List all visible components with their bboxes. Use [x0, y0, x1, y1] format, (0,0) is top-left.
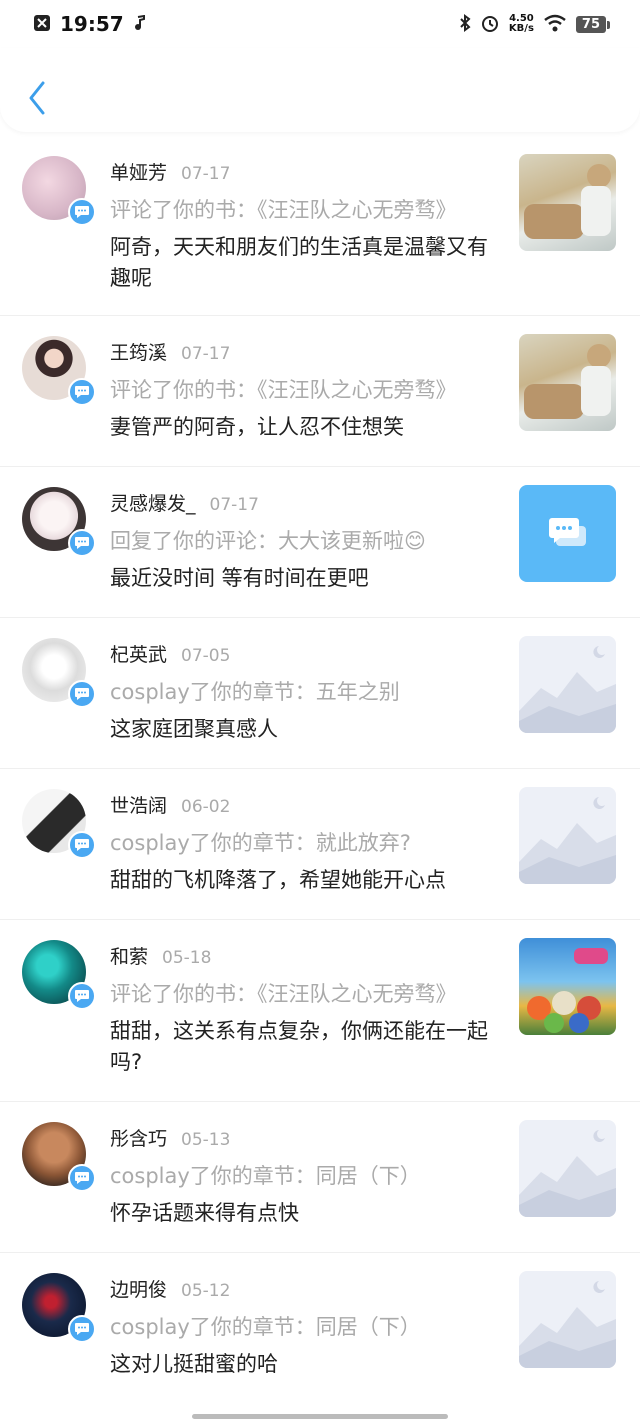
comment-badge-icon — [68, 1164, 96, 1192]
item-date: 07-17 — [209, 495, 259, 515]
book-cover-thumbnail[interactable] — [519, 154, 616, 251]
item-date: 07-17 — [181, 164, 231, 184]
user-name[interactable]: 杞英武 — [110, 640, 167, 667]
comment-badge-icon — [68, 378, 96, 406]
placeholder-thumbnail[interactable] — [519, 636, 616, 733]
item-content: 这对儿挺甜蜜的哈 — [110, 1352, 278, 1376]
comment-badge-icon — [68, 680, 96, 708]
status-time: 19:57 — [60, 12, 124, 36]
list-item[interactable]: 彤含巧 05-13 cosplay了你的章节：同居（下） 怀孕话题来得有点快 — [0, 1102, 640, 1253]
mountain-placeholder-icon — [519, 797, 616, 884]
item-content: 怀孕话题来得有点快 — [110, 1201, 299, 1225]
item-content: 最近没时间 等有时间在更吧 — [110, 566, 369, 590]
item-action: cosplay了你的章节：五年之别 — [110, 680, 400, 704]
chevron-left-icon — [29, 81, 45, 115]
nav-bar — [0, 48, 640, 132]
item-action: 评论了你的书：《汪汪队之心无旁骛》 — [110, 982, 457, 1006]
user-name[interactable]: 灵感爆发_ — [110, 489, 196, 516]
item-date: 07-05 — [181, 646, 231, 666]
list-item[interactable]: 边明俊 05-12 cosplay了你的章节：同居（下） 这对儿挺甜蜜的哈 — [0, 1253, 640, 1404]
item-date: 06-02 — [181, 797, 231, 817]
user-name[interactable]: 和萦 — [110, 942, 148, 969]
user-name[interactable]: 单娅芳 — [110, 158, 167, 185]
comment-badge-icon — [68, 982, 96, 1010]
mountain-placeholder-icon — [519, 646, 616, 733]
net-speed: 4.50 KB/s — [509, 14, 534, 34]
book-cover-thumbnail[interactable] — [519, 334, 616, 431]
item-content: 这家庭团聚真感人 — [110, 717, 278, 741]
book-cover-thumbnail[interactable] — [519, 938, 616, 1035]
mountain-placeholder-icon — [519, 1281, 616, 1368]
user-name[interactable]: 边明俊 — [110, 1275, 167, 1302]
comment-badge-icon — [68, 1315, 96, 1343]
user-name[interactable]: 王筠溪 — [110, 338, 167, 365]
item-content: 甜甜的飞机降落了，希望她能开心点 — [110, 868, 446, 892]
bluetooth-icon — [459, 13, 471, 35]
item-date: 07-17 — [181, 344, 231, 364]
item-date: 05-12 — [181, 1281, 231, 1301]
list-item[interactable]: 世浩阔 06-02 cosplay了你的章节：就此放弃? 甜甜的飞机降落了，希望… — [0, 769, 640, 920]
list-item[interactable]: 灵感爆发_ 07-17 回复了你的评论：大大该更新啦😊 最近没时间 等有时间在更… — [0, 467, 640, 618]
placeholder-thumbnail[interactable] — [519, 787, 616, 884]
item-content: 甜甜，这关系有点复杂，你俩还能在一起吗? — [110, 1019, 488, 1074]
comment-badge-icon — [68, 529, 96, 557]
music-note-icon — [134, 12, 146, 36]
item-action: cosplay了你的章节：同居（下） — [110, 1315, 421, 1339]
placeholder-thumbnail[interactable] — [519, 1271, 616, 1368]
back-button[interactable] — [22, 78, 52, 118]
item-action: 回复了你的评论：大大该更新啦😊 — [110, 529, 426, 553]
avatar[interactable] — [22, 789, 96, 861]
item-action: cosplay了你的章节：同居（下） — [110, 1164, 421, 1188]
item-action: 评论了你的书：《汪汪队之心无旁骛》 — [110, 378, 457, 402]
avatar[interactable] — [22, 1122, 96, 1194]
placeholder-thumbnail[interactable] — [519, 1120, 616, 1217]
avatar[interactable] — [22, 1273, 96, 1345]
avatar[interactable] — [22, 336, 96, 408]
comment-badge-icon — [68, 831, 96, 859]
avatar[interactable] — [22, 487, 96, 559]
user-name[interactable]: 世浩阔 — [110, 791, 167, 818]
avatar[interactable] — [22, 156, 96, 228]
alarm-icon — [481, 14, 499, 35]
avatar[interactable] — [22, 638, 96, 710]
list-item[interactable]: 和萦 05-18 评论了你的书：《汪汪队之心无旁骛》 甜甜，这关系有点复杂，你俩… — [0, 920, 640, 1102]
item-date: 05-18 — [162, 948, 212, 968]
chat-bubble-icon — [548, 517, 586, 546]
net-speed-unit: KB/s — [508, 23, 534, 34]
item-action: cosplay了你的章节：就此放弃? — [110, 831, 411, 855]
avatar[interactable] — [22, 940, 96, 1012]
item-content: 妻管严的阿奇，让人忍不住想笑 — [110, 415, 404, 439]
list-item[interactable]: 单娅芳 07-17 评论了你的书：《汪汪队之心无旁骛》 阿奇，天天和朋友们的生活… — [0, 136, 640, 316]
comment-badge-icon — [68, 198, 96, 226]
user-name[interactable]: 彤含巧 — [110, 1124, 167, 1151]
wifi-icon — [544, 14, 566, 35]
notification-close-icon — [34, 12, 50, 36]
mountain-placeholder-icon — [519, 1130, 616, 1217]
battery-indicator: 75 — [575, 15, 611, 33]
message-thumbnail[interactable] — [519, 485, 616, 582]
list-item[interactable]: 杞英武 07-05 cosplay了你的章节：五年之别 这家庭团聚真感人 — [0, 618, 640, 769]
home-indicator[interactable] — [192, 1414, 448, 1419]
list-item[interactable]: 王筠溪 07-17 评论了你的书：《汪汪队之心无旁骛》 妻管严的阿奇，让人忍不住… — [0, 316, 640, 467]
item-action: 评论了你的书：《汪汪队之心无旁骛》 — [110, 198, 457, 222]
status-bar: 19:57 4.50 KB/s 75 — [0, 0, 640, 48]
item-content: 阿奇，天天和朋友们的生活真是温馨又有趣呢 — [110, 235, 488, 290]
item-date: 05-13 — [181, 1130, 231, 1150]
